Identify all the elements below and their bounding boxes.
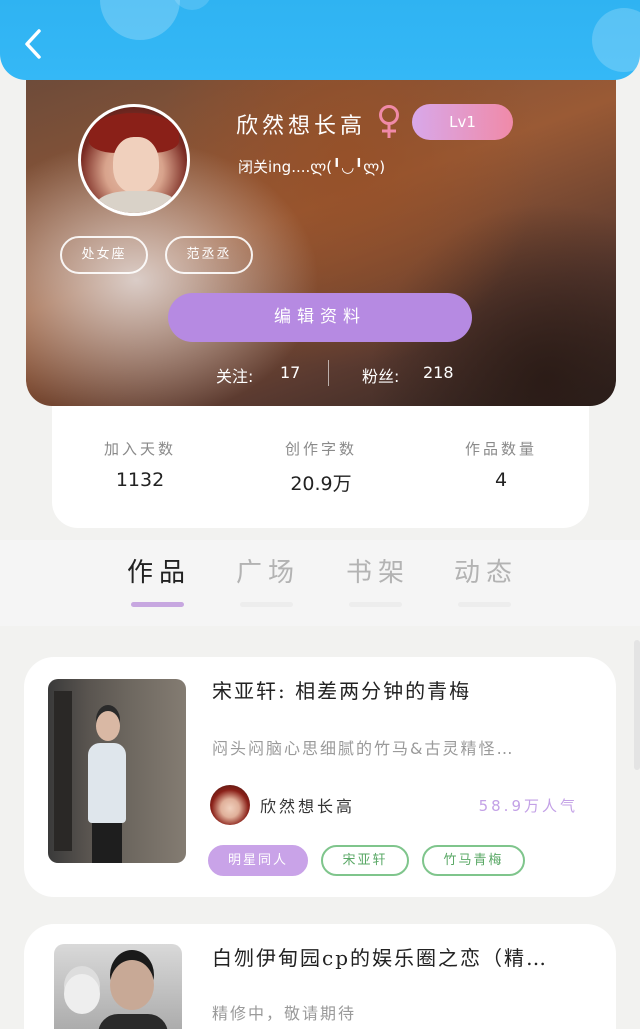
divider <box>328 360 329 386</box>
stat-label: 创作字数 <box>284 440 357 458</box>
tab-activity[interactable]: 动态 <box>446 552 526 589</box>
decor-bubble <box>100 0 180 40</box>
work-card[interactable]: 宋亚轩: 相差两分钟的青梅 闷头闷脑心思细腻的竹马&古灵精怪… 欣然想长高 58… <box>24 657 616 897</box>
work-tag-category[interactable]: 明星同人 <box>208 845 308 876</box>
work-description: 闷头闷脑心思细腻的竹马&古灵精怪… <box>212 739 515 758</box>
author-name[interactable]: 欣然想长高 <box>260 793 355 817</box>
edit-profile-button[interactable]: 编辑资料 <box>168 293 472 342</box>
stat-value: 1132 <box>115 469 165 491</box>
decor-bubble <box>592 8 640 72</box>
stat-works-count: 作品数量 4 <box>416 438 586 491</box>
following-count[interactable]: 17 <box>280 363 300 382</box>
level-badge: Lv1 <box>412 104 513 140</box>
stat-word-count: 创作字数 20.9万 <box>236 438 406 496</box>
popularity-count: 58.9万人气 <box>478 797 578 815</box>
back-button[interactable] <box>18 26 48 62</box>
work-tag[interactable]: 竹马青梅 <box>422 845 525 876</box>
fans-count[interactable]: 218 <box>423 363 454 382</box>
work-cover-image[interactable] <box>54 944 182 1029</box>
work-title[interactable]: 宋亚轩: 相差两分钟的青梅 <box>212 675 471 704</box>
tab-indicator <box>349 602 402 607</box>
fans-label[interactable]: 粉丝: <box>362 363 399 387</box>
stat-value: 20.9万 <box>290 473 352 495</box>
tab-bookshelf[interactable]: 书架 <box>338 552 418 589</box>
signature: 闭关ing....ლ(╹◡╹ლ) <box>238 158 386 176</box>
nickname: 欣然想长高 <box>236 114 367 139</box>
work-cover-image[interactable] <box>48 679 186 863</box>
following-label[interactable]: 关注: <box>216 363 253 387</box>
profile-tag-zodiac[interactable]: 处女座 <box>60 236 148 274</box>
profile-tag-idol[interactable]: 范丞丞 <box>165 236 253 274</box>
avatar[interactable] <box>78 104 190 216</box>
follow-stats: 关注: 17 粉丝: 218 <box>26 360 616 390</box>
work-card[interactable]: 白刎伊甸园cp的娱乐圈之恋（精… 精修中，敬请期待 <box>24 924 616 1029</box>
stat-value: 4 <box>494 469 508 491</box>
work-description: 精修中，敬请期待 <box>212 1004 357 1023</box>
tab-bar: 作品 广场 书架 动态 <box>0 540 640 626</box>
work-title[interactable]: 白刎伊甸园cp的娱乐圈之恋（精… <box>212 942 548 971</box>
tab-works[interactable]: 作品 <box>119 552 199 589</box>
chevron-left-icon <box>25 29 41 59</box>
author-avatar[interactable] <box>210 785 250 825</box>
stat-join-days: 加入天数 1132 <box>55 438 225 491</box>
top-bar <box>0 0 640 80</box>
work-tag[interactable]: 宋亚轩 <box>321 845 409 876</box>
tab-indicator <box>458 602 511 607</box>
tab-indicator-active <box>131 602 184 607</box>
stat-label: 作品数量 <box>464 440 537 458</box>
tab-indicator <box>240 602 293 607</box>
scrollbar[interactable] <box>634 640 640 770</box>
tab-plaza[interactable]: 广场 <box>228 552 308 589</box>
female-gender-icon <box>379 105 399 138</box>
profile-header: 欣然想长高 Lv1 闭关ing....ლ(╹◡╹ლ) 处女座 范丞丞 编辑资料 … <box>26 60 616 406</box>
stat-label: 加入天数 <box>103 440 176 458</box>
